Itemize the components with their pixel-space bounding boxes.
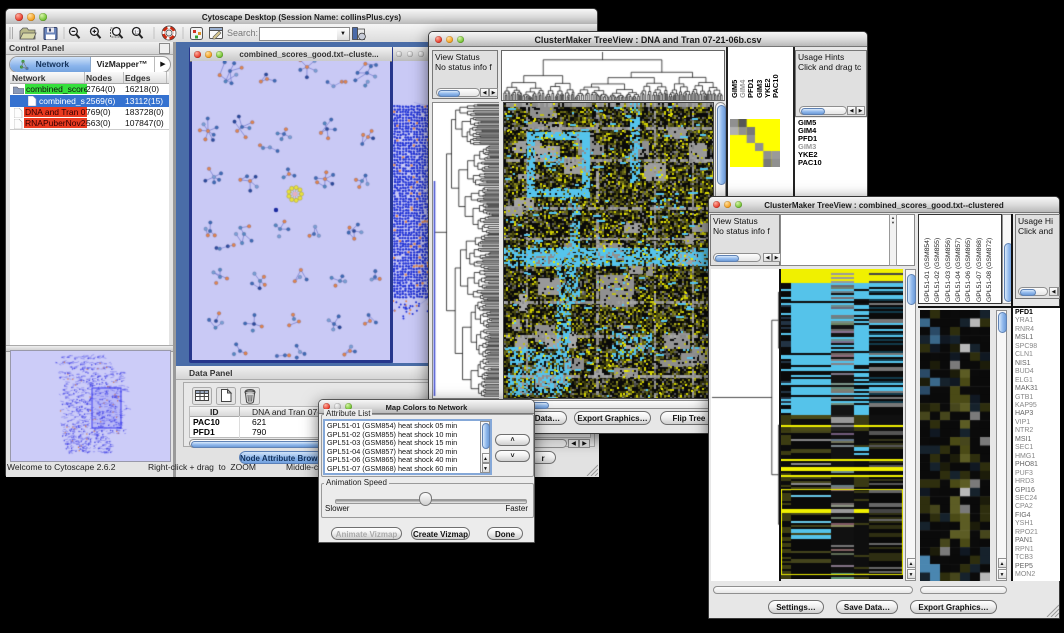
svg-text:1:1: 1:1 (134, 29, 141, 34)
